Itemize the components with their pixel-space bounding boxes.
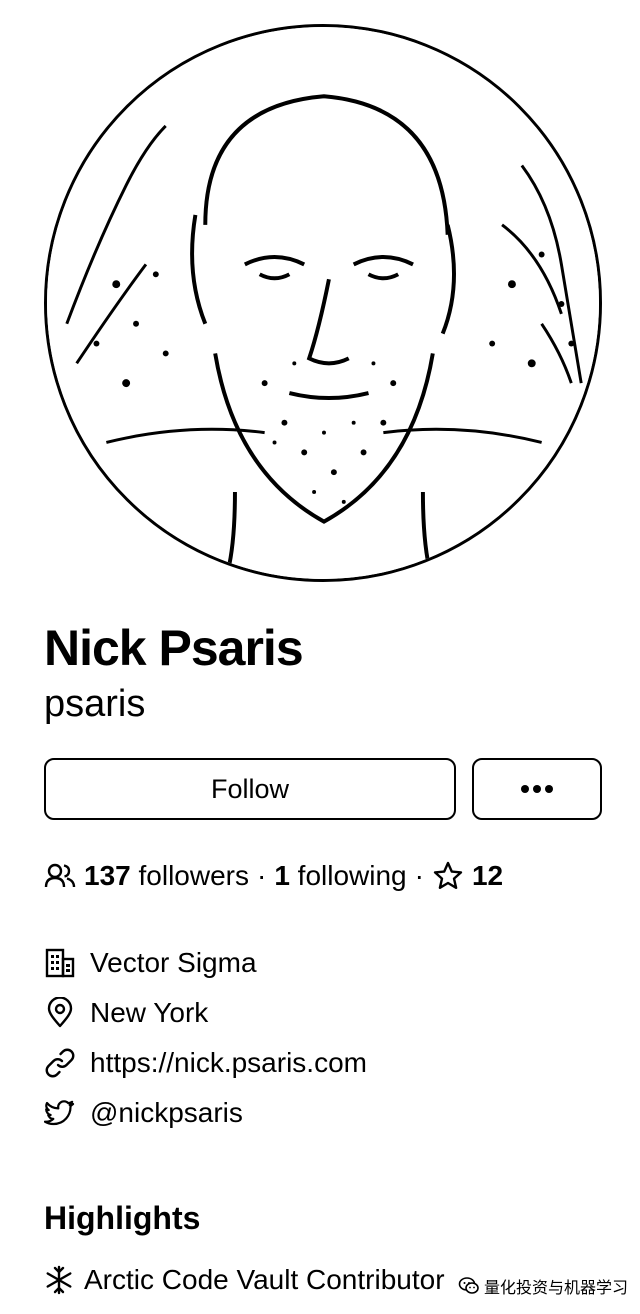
avatar-photo <box>47 27 599 579</box>
following-label: following <box>297 860 407 891</box>
profile-name: Nick Psaris <box>44 620 304 676</box>
location-text: New York <box>90 997 209 1028</box>
people-icon <box>44 860 76 892</box>
follow-button[interactable]: Follow <box>44 758 456 820</box>
profile-username: psaris <box>44 683 146 725</box>
stars-count: 12 <box>471 860 504 891</box>
highlights-heading: Highlights <box>44 1200 201 1236</box>
avatar <box>44 24 602 582</box>
detail-twitter[interactable]: @nickpsaris <box>44 1088 604 1138</box>
company-text: Vector Sigma <box>90 947 257 978</box>
snowflake-icon <box>44 1265 74 1295</box>
followers-link[interactable]: 137 followers <box>84 860 249 892</box>
stats-separator: · <box>414 860 424 891</box>
followers-label: followers <box>138 860 249 891</box>
link-icon <box>44 1047 76 1079</box>
kebab-horizontal-icon <box>521 785 553 793</box>
profile-stats: 137 followers · 1 following · 12 <box>44 856 503 896</box>
wechat-icon <box>458 1275 480 1297</box>
watermark-text: 量化投资与机器学习 <box>483 1280 628 1297</box>
location-icon <box>44 997 76 1029</box>
detail-website[interactable]: https://nick.psaris.com <box>44 1038 604 1088</box>
star-icon <box>432 860 464 892</box>
website-link[interactable]: https://nick.psaris.com <box>90 1047 367 1079</box>
watermark: 量化投资与机器学习 <box>453 1272 632 1300</box>
stars-link[interactable]: 12 <box>432 860 503 892</box>
organization-icon <box>44 947 76 979</box>
detail-location: New York <box>44 988 604 1038</box>
highlight-text: Arctic Code Vault Contributor <box>84 1264 445 1295</box>
following-count: 1 <box>274 860 290 891</box>
profile-details: Vector Sigma New York https://nick.psari… <box>44 938 604 1138</box>
detail-company: Vector Sigma <box>44 938 604 988</box>
twitter-link[interactable]: @nickpsaris <box>90 1097 243 1129</box>
following-link[interactable]: 1 following <box>274 860 406 892</box>
more-options-button[interactable] <box>472 758 602 820</box>
stats-separator: · <box>256 860 267 891</box>
followers-count: 137 <box>84 860 131 891</box>
twitter-icon <box>44 1097 76 1129</box>
